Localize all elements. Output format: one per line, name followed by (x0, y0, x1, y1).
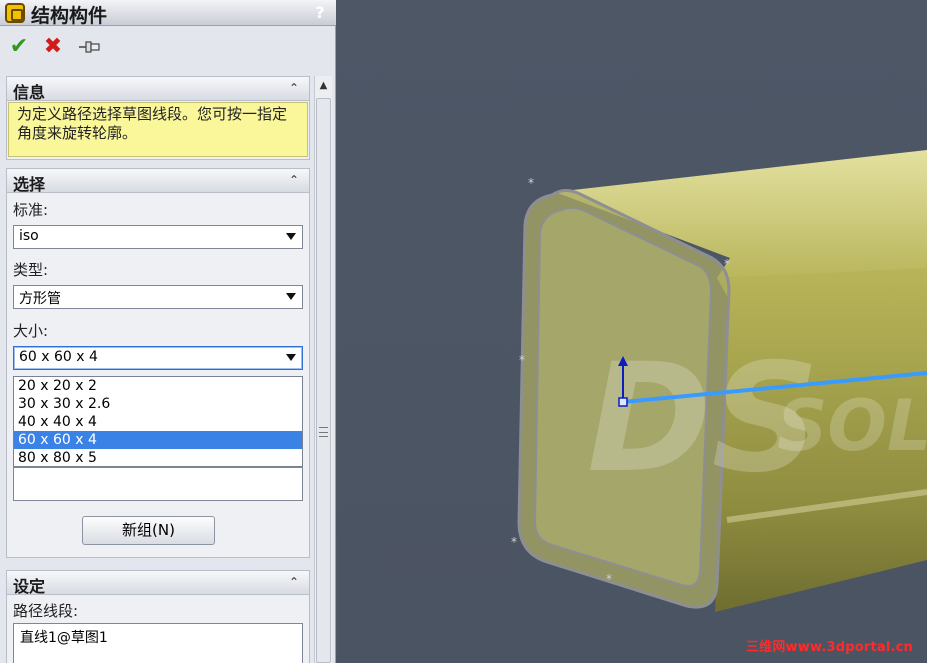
svg-text:*: * (724, 257, 730, 271)
caret-down-icon (286, 233, 296, 240)
info-group-header[interactable]: 信息 ⌃ (7, 77, 309, 102)
scroll-up-arrow-icon[interactable]: ▲ (315, 76, 332, 96)
info-message: 为定义路径选择草图线段。您可按一指定角度来旋转轮廓。 (8, 102, 308, 157)
group-selection-list[interactable] (13, 467, 303, 501)
size-option-selected[interactable]: 60 x 60 x 4 (14, 431, 302, 449)
panel-scroll-area: 信息 ⌃ 为定义路径选择草图线段。您可按一指定角度来旋转轮廓。 选择 ⌃ 标准:… (0, 76, 314, 663)
svg-text:*: * (511, 535, 517, 549)
selection-group-title: 选择 (13, 175, 46, 194)
type-label: 类型: (13, 261, 49, 279)
path-segments-label: 路径线段: (13, 602, 79, 620)
svg-text:*: * (528, 176, 534, 190)
size-label: 大小: (13, 322, 49, 340)
double-chevron-up-icon[interactable]: ⌃ (285, 573, 303, 591)
size-value: 60 x 60 x 4 (19, 349, 98, 365)
vertical-scrollbar[interactable]: ▲ (314, 76, 332, 663)
double-chevron-up-icon[interactable]: ⌃ (285, 79, 303, 97)
size-select[interactable]: 60 x 60 x 4 (13, 346, 303, 370)
size-option[interactable]: 80 x 80 x 5 (14, 449, 302, 467)
scroll-thumb[interactable] (316, 98, 331, 663)
caret-down-icon (286, 354, 296, 361)
new-group-button[interactable]: 新组(N) (82, 516, 215, 545)
path-segment-item[interactable]: 直线1@草图1 (20, 627, 296, 647)
info-group-title: 信息 (13, 83, 46, 102)
settings-group: 设定 ⌃ 路径线段: 直线1@草图1 (6, 570, 310, 663)
settings-group-header[interactable]: 设定 ⌃ (7, 571, 309, 596)
svg-text:*: * (519, 353, 525, 367)
action-toolbar: ✔ ✖ (0, 30, 336, 64)
svg-text:SOL: SOL (777, 385, 927, 467)
standard-select[interactable]: iso (13, 225, 303, 249)
watermark: 三维网www.3dportal.cn (745, 640, 913, 655)
path-endpoint (618, 397, 628, 407)
settings-group-title: 设定 (13, 577, 46, 596)
standard-value: iso (19, 228, 39, 244)
graphics-viewport[interactable]: DS SOL * * * * * 三维网www.3dportal.cn (337, 0, 927, 663)
caret-down-icon (286, 293, 296, 300)
svg-text:*: * (606, 572, 612, 586)
type-select[interactable]: 方形管 (13, 285, 303, 309)
pushpin-icon[interactable] (77, 35, 101, 59)
size-option[interactable]: 30 x 30 x 2.6 (14, 395, 302, 413)
property-manager: 结构构件 ? ✔ ✖ 信息 ⌃ 为定义路径选择草图线段。您可按一指定角度来旋转轮… (0, 0, 336, 663)
standard-label: 标准: (13, 201, 49, 219)
3d-model-view[interactable]: DS SOL * * * * * (337, 0, 927, 663)
grip-icon (319, 427, 328, 437)
double-chevron-up-icon[interactable]: ⌃ (285, 171, 303, 189)
size-dropdown-list: 20 x 20 x 2 30 x 30 x 2.6 40 x 40 x 4 60… (13, 376, 303, 467)
size-option[interactable]: 20 x 20 x 2 (14, 377, 302, 395)
path-segments-list[interactable]: 直线1@草图1 (13, 623, 303, 663)
cancel-x-icon[interactable]: ✖ (41, 35, 65, 59)
help-button[interactable]: ? (310, 3, 330, 23)
selection-group-header[interactable]: 选择 ⌃ (7, 169, 309, 194)
selection-group: 选择 ⌃ 标准: iso 类型: 方形管 大小: 60 x 60 x 4 20 … (6, 168, 310, 558)
info-group: 信息 ⌃ 为定义路径选择草图线段。您可按一指定角度来旋转轮廓。 (6, 76, 310, 160)
panel-title: 结构构件 (31, 5, 108, 27)
size-option[interactable]: 40 x 40 x 4 (14, 413, 302, 431)
panel-titlebar: 结构构件 ? (0, 0, 336, 27)
structure-member-icon (5, 3, 25, 23)
type-value: 方形管 (19, 291, 61, 307)
ok-check-icon[interactable]: ✔ (7, 35, 31, 59)
